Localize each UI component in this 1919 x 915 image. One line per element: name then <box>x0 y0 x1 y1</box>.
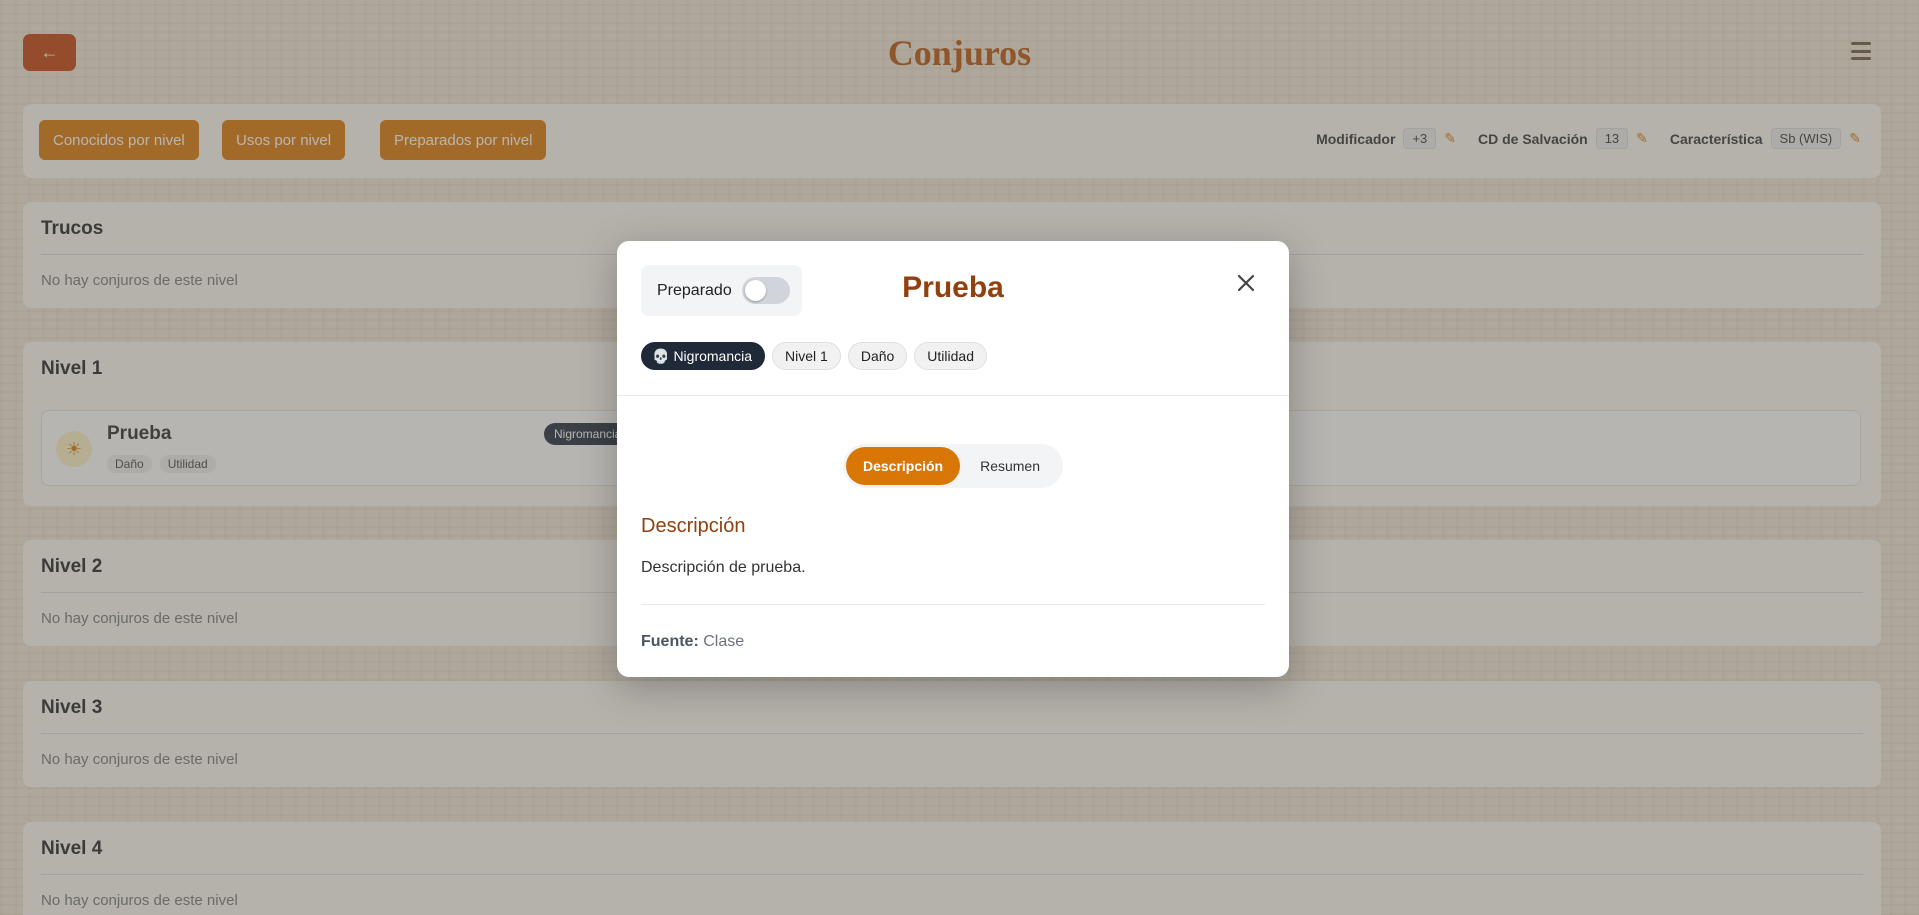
description-text: Descripción de prueba. <box>641 559 806 576</box>
tab-description[interactable]: Descripción <box>846 447 961 485</box>
divider <box>641 604 1265 605</box>
tab-summary[interactable]: Resumen <box>960 447 1060 485</box>
source-line: Fuente: Clase <box>641 633 744 651</box>
spell-detail-modal: Preparado Prueba 💀 Nigromancia Nivel 1 D… <box>617 241 1289 677</box>
source-value: Clase <box>703 633 745 650</box>
tab-switcher: Descripción Resumen <box>843 444 1063 488</box>
school-label: Nigromancia <box>673 348 753 364</box>
level-chip: Nivel 1 <box>772 342 841 370</box>
close-icon <box>1237 274 1255 292</box>
divider <box>617 395 1289 396</box>
description-heading: Descripción <box>641 515 746 537</box>
tag-chip-utility: Utilidad <box>914 342 987 370</box>
source-label: Fuente: <box>641 633 699 650</box>
close-button[interactable] <box>1233 270 1259 296</box>
school-chip: 💀 Nigromancia <box>641 342 766 370</box>
skull-icon: 💀 <box>652 347 670 364</box>
spell-chips: 💀 Nigromancia Nivel 1 Daño Utilidad <box>641 342 987 370</box>
modal-title: Prueba <box>902 271 1004 304</box>
tag-chip-damage: Daño <box>847 342 908 370</box>
